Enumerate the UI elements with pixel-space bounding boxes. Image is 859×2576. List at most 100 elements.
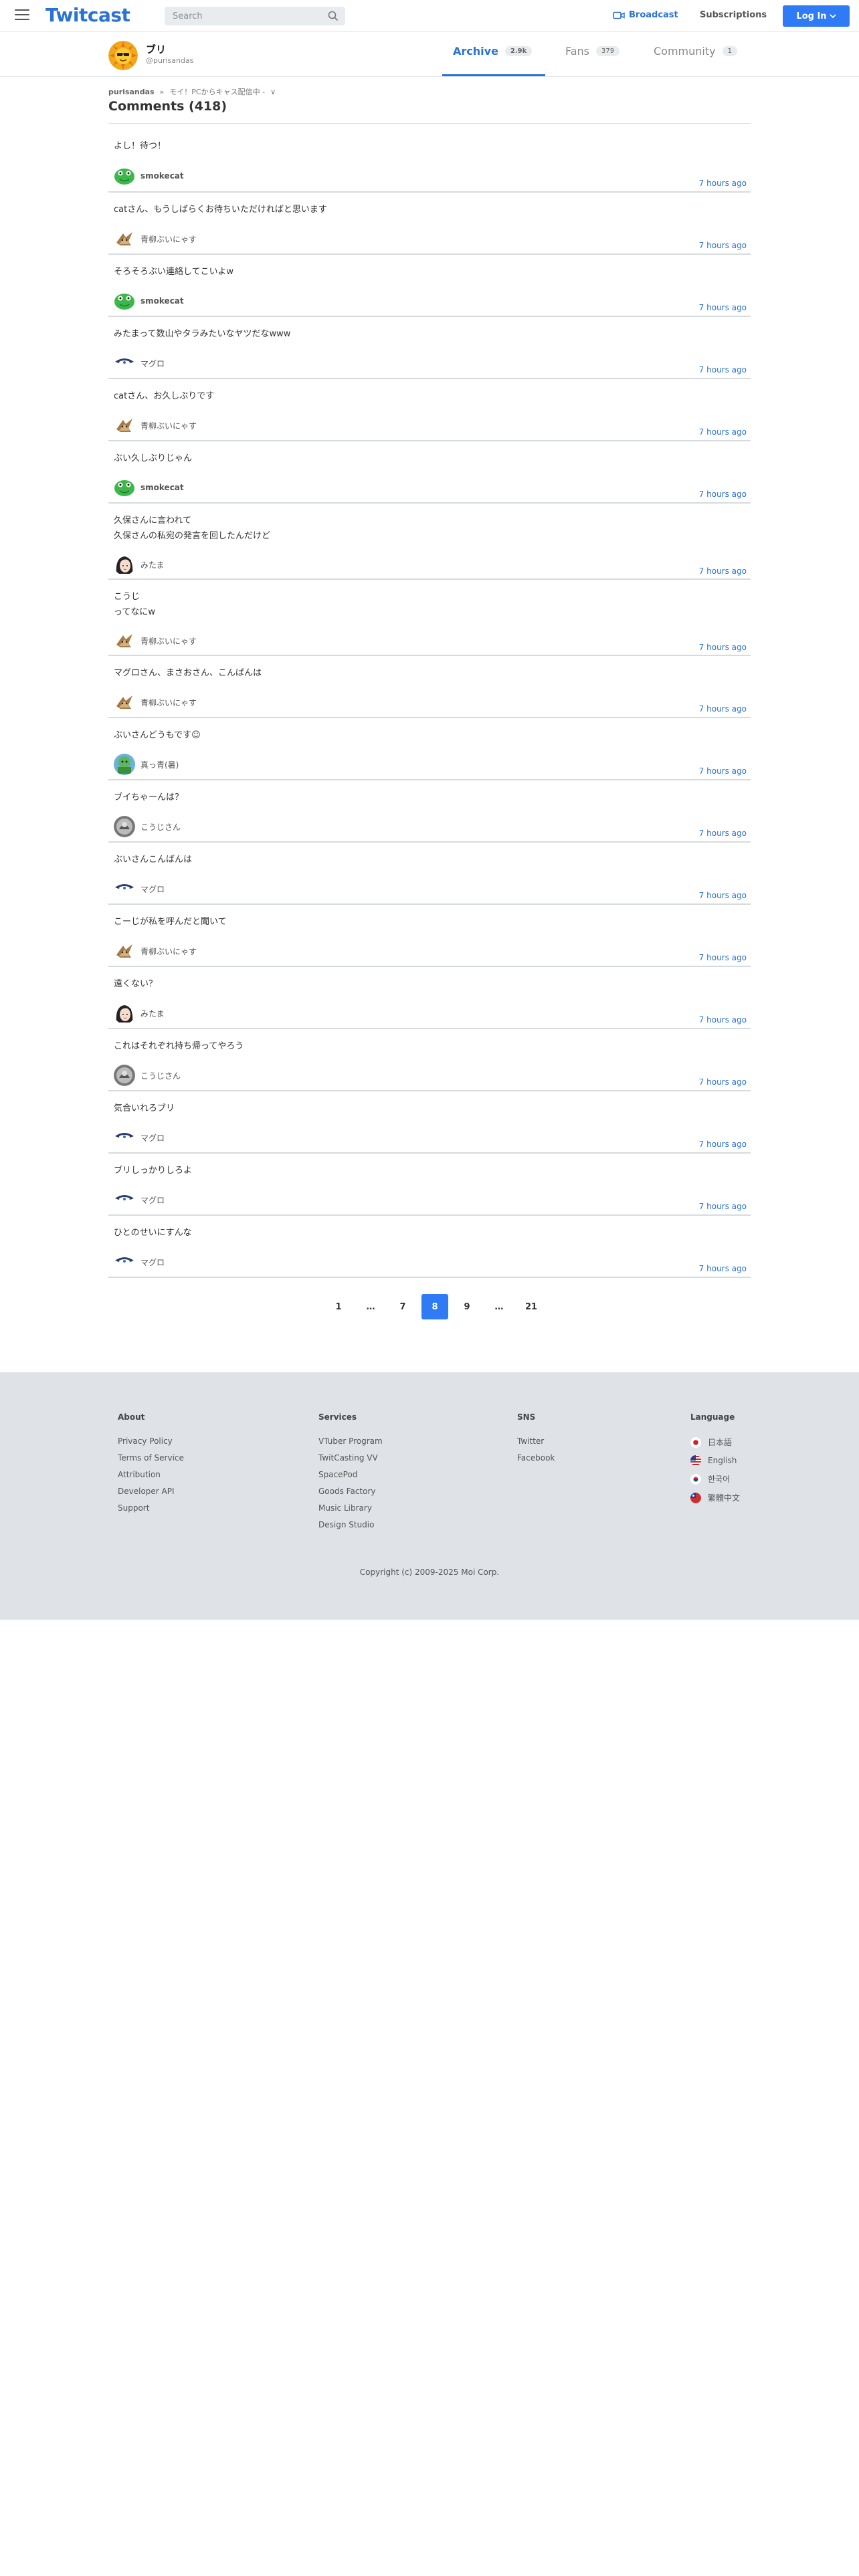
pagination-page[interactable]: 7: [389, 1294, 416, 1319]
comment-author-name[interactable]: 真っ青(暑): [140, 759, 179, 770]
comment-timestamp[interactable]: 7 hours ago: [699, 643, 747, 652]
comment-author-name[interactable]: マグロ: [140, 1257, 165, 1268]
tab-archive[interactable]: Archive 2.9k: [453, 45, 533, 58]
footer-link[interactable]: Support: [118, 1503, 184, 1513]
avatar[interactable]: [114, 878, 135, 899]
comment-timestamp[interactable]: 7 hours ago: [699, 1202, 747, 1211]
avatar[interactable]: [114, 290, 135, 312]
comment-author-name[interactable]: マグロ: [140, 1194, 165, 1206]
footer-link[interactable]: Attribution: [118, 1470, 184, 1479]
avatar[interactable]: [114, 1189, 135, 1210]
comment-author-name[interactable]: 青柳ぶいにゃす: [140, 233, 197, 245]
comment-author[interactable]: 青柳ぶいにゃす: [114, 228, 197, 249]
language-option-zh[interactable]: 繁體中文: [690, 1492, 740, 1503]
login-button[interactable]: Log In: [783, 5, 850, 27]
profile-name[interactable]: ブリ: [146, 42, 166, 56]
avatar[interactable]: [114, 816, 135, 837]
comment-timestamp[interactable]: 7 hours ago: [699, 1264, 747, 1273]
comment-author[interactable]: 青柳ぶいにゃす: [114, 940, 197, 962]
comment-author-name[interactable]: smokecat: [140, 483, 184, 492]
comment-author[interactable]: マグロ: [114, 1127, 165, 1148]
footer-link[interactable]: SpacePod: [318, 1470, 383, 1479]
comment-timestamp[interactable]: 7 hours ago: [699, 829, 747, 838]
avatar[interactable]: [114, 940, 135, 962]
footer-link[interactable]: VTuber Program: [318, 1436, 383, 1446]
avatar[interactable]: [114, 754, 135, 775]
pagination-current-page[interactable]: 8: [421, 1294, 448, 1319]
avatar[interactable]: [114, 691, 135, 713]
avatar[interactable]: [114, 1065, 135, 1086]
footer-link[interactable]: Music Library: [318, 1503, 383, 1513]
comment-author[interactable]: smokecat: [114, 290, 184, 312]
avatar[interactable]: [114, 352, 135, 374]
comment-author-name[interactable]: マグロ: [140, 358, 165, 369]
comment-timestamp[interactable]: 7 hours ago: [699, 303, 747, 312]
breadcrumb-user[interactable]: purisandas: [108, 88, 155, 96]
comment-author[interactable]: マグロ: [114, 1251, 165, 1273]
comment-author[interactable]: マグロ: [114, 352, 165, 374]
comment-author-name[interactable]: こうじさん: [140, 1070, 181, 1081]
search-input[interactable]: [165, 7, 318, 25]
broadcast-button[interactable]: Broadcast: [613, 10, 678, 20]
comment-timestamp[interactable]: 7 hours ago: [699, 490, 747, 499]
language-option-ko[interactable]: 한국어: [690, 1473, 740, 1485]
comment-author[interactable]: マグロ: [114, 878, 165, 899]
avatar[interactable]: [114, 165, 135, 187]
comment-author[interactable]: 青柳ぶいにゃす: [114, 630, 197, 651]
twitcast-logo[interactable]: Twitcast: [45, 4, 130, 26]
footer-link[interactable]: TwitCasting VV: [318, 1453, 383, 1463]
comment-timestamp[interactable]: 7 hours ago: [699, 1077, 747, 1087]
comment-timestamp[interactable]: 7 hours ago: [699, 766, 747, 776]
comment-author-name[interactable]: マグロ: [140, 1132, 165, 1144]
comment-timestamp[interactable]: 7 hours ago: [699, 1140, 747, 1149]
comment-author-name[interactable]: smokecat: [140, 171, 184, 181]
language-option-en[interactable]: English: [690, 1455, 740, 1466]
comment-author[interactable]: こうじさん: [114, 1065, 181, 1086]
pagination-page[interactable]: 1: [325, 1294, 352, 1319]
comment-timestamp[interactable]: 7 hours ago: [699, 179, 747, 188]
comment-timestamp[interactable]: 7 hours ago: [699, 953, 747, 962]
avatar[interactable]: [114, 630, 135, 651]
comment-author-name[interactable]: 青柳ぶいにゃす: [140, 946, 197, 957]
comment-author-name[interactable]: みたま: [140, 559, 165, 570]
comment-author[interactable]: みたま: [114, 1002, 165, 1024]
comment-timestamp[interactable]: 7 hours ago: [699, 365, 747, 374]
tab-fans[interactable]: Fans 379: [565, 45, 620, 58]
comment-author-name[interactable]: こうじさん: [140, 821, 181, 833]
footer-link[interactable]: Terms of Service: [118, 1453, 184, 1463]
comment-author[interactable]: マグロ: [114, 1189, 165, 1210]
footer-link[interactable]: Developer API: [118, 1487, 184, 1496]
footer-link-twitter[interactable]: Twitter: [517, 1436, 555, 1446]
avatar[interactable]: [114, 477, 135, 498]
subscriptions-link[interactable]: Subscriptions: [700, 10, 767, 20]
comment-author-name[interactable]: smokecat: [140, 296, 184, 306]
comment-author-name[interactable]: 青柳ぶいにゃす: [140, 697, 197, 708]
pagination-page[interactable]: 21: [518, 1294, 545, 1319]
search-icon[interactable]: [328, 11, 339, 21]
comment-author[interactable]: 真っ青(暑): [114, 754, 179, 775]
avatar[interactable]: [114, 1251, 135, 1273]
comment-author[interactable]: smokecat: [114, 165, 184, 187]
avatar[interactable]: [114, 415, 135, 436]
avatar[interactable]: [114, 1002, 135, 1024]
breadcrumb-movie[interactable]: モイ！PCからキャス配信中 -: [169, 86, 265, 97]
comment-timestamp[interactable]: 7 hours ago: [699, 704, 747, 714]
user-avatar[interactable]: [108, 41, 138, 70]
footer-link[interactable]: Goods Factory: [318, 1487, 383, 1496]
menu-icon[interactable]: [15, 9, 29, 21]
comment-timestamp[interactable]: 7 hours ago: [699, 427, 747, 437]
comment-author[interactable]: 青柳ぶいにゃす: [114, 415, 197, 436]
comment-timestamp[interactable]: 7 hours ago: [699, 566, 747, 576]
pagination-page[interactable]: 9: [454, 1294, 480, 1319]
comment-author-name[interactable]: みたま: [140, 1008, 165, 1019]
avatar[interactable]: [114, 1127, 135, 1148]
comment-timestamp[interactable]: 7 hours ago: [699, 241, 747, 250]
comment-timestamp[interactable]: 7 hours ago: [699, 891, 747, 900]
language-option-ja[interactable]: 日本語: [690, 1436, 740, 1448]
footer-link-facebook[interactable]: Facebook: [517, 1453, 555, 1463]
comment-author[interactable]: みたま: [114, 554, 165, 575]
comment-author-name[interactable]: 青柳ぶいにゃす: [140, 635, 197, 647]
chevron-down-icon[interactable]: ∨: [270, 88, 276, 96]
comment-author[interactable]: smokecat: [114, 477, 184, 498]
tab-community[interactable]: Community 1: [654, 45, 737, 58]
